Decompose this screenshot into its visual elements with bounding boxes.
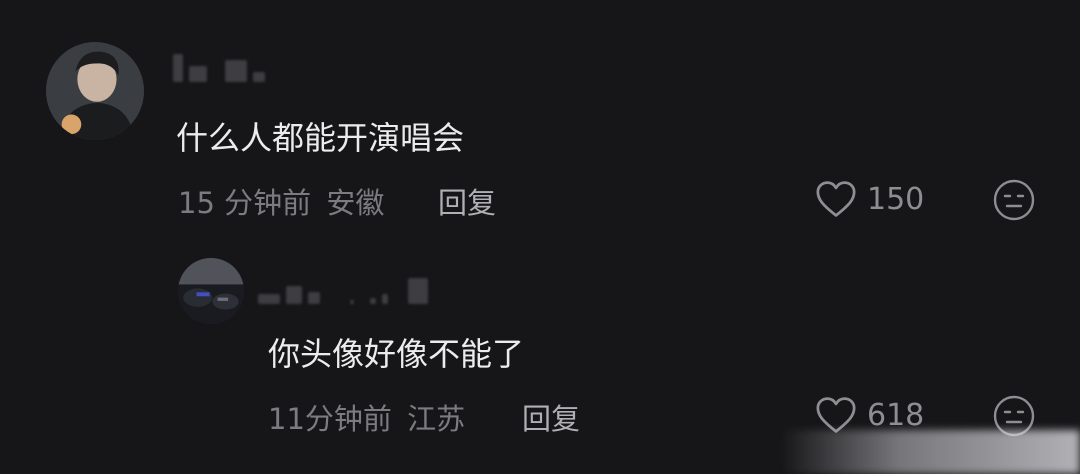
comment-meta: 15 分钟前 安徽 <box>178 180 384 222</box>
reply-location: 江苏 <box>407 402 466 436</box>
reply-time: 11分钟前 <box>268 402 392 436</box>
commenter-avatar[interactable] <box>46 42 144 140</box>
comment-like-button[interactable]: 150 <box>815 180 924 218</box>
replier-name-redacted[interactable] <box>258 274 428 304</box>
avatar-image <box>46 42 144 140</box>
reply-like-button[interactable]: 618 <box>815 396 924 434</box>
comment-item: 什么人都能开演唱会 15 分钟前 安徽 回复 150 <box>0 0 1080 240</box>
reply-like-count: 618 <box>867 397 925 433</box>
avatar-image <box>178 258 244 324</box>
comment-text: 什么人都能开演唱会 <box>176 119 465 157</box>
comment-time: 15 分钟前 <box>178 186 312 220</box>
neutral-face-icon <box>993 179 1035 221</box>
comment-like-count: 150 <box>867 181 925 217</box>
heart-outline-icon <box>816 397 856 433</box>
comment-location: 安徽 <box>326 186 385 220</box>
comment-dislike-button[interactable] <box>993 179 1035 221</box>
reply-reply-button[interactable]: 回复 <box>522 396 580 438</box>
reply-meta: 11分钟前 江苏 <box>268 396 465 438</box>
watermark-overlay <box>780 430 1080 474</box>
commenter-name-redacted[interactable] <box>173 52 265 82</box>
replier-avatar[interactable] <box>178 258 244 324</box>
reply-text: 你头像好像不能了 <box>268 335 525 373</box>
comment-reply-button[interactable]: 回复 <box>438 180 496 222</box>
heart-outline-icon <box>816 181 856 217</box>
